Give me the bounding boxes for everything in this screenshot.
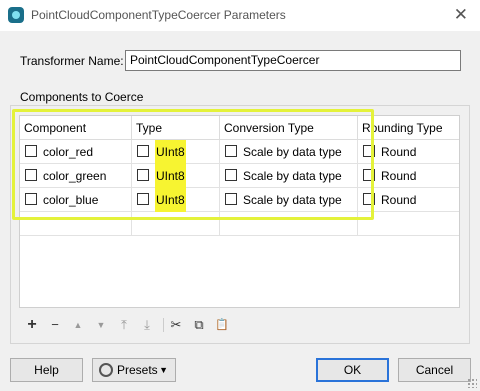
components-group-title: Components to Coerce [18,90,146,104]
move-down-icon[interactable]: ▼ [94,318,108,332]
help-button[interactable]: Help [10,358,83,382]
paste-icon[interactable]: 📋 [215,318,229,332]
rounding-value: Round [381,145,417,159]
resize-grip-icon[interactable] [467,378,477,388]
table-row-component[interactable]: color_green [20,164,132,188]
conversion-value: Scale by data type [243,193,342,207]
add-icon[interactable]: + [25,317,39,333]
conversion-value: Scale by data type [243,145,342,159]
rounding-checkbox[interactable] [363,145,375,157]
column-header-conversion-type[interactable]: Conversion Type [220,116,358,140]
empty-cell[interactable] [132,212,220,236]
type-value: UInt8 [155,188,186,212]
move-to-bottom-icon[interactable]: ⤓ [140,318,154,332]
remove-icon[interactable]: − [48,318,62,332]
column-header-rounding-type[interactable]: Rounding Type [358,116,459,140]
rounding-checkbox[interactable] [363,193,375,205]
table-row-component[interactable]: color_red [20,140,132,164]
rounding-cell[interactable]: Round [358,164,459,188]
toolbar-separator [163,318,164,332]
component-name: color_red [43,145,94,159]
column-header-type[interactable]: Type [132,116,220,140]
gear-icon [99,363,113,377]
row-checkbox[interactable] [25,145,37,157]
title-bar: PointCloudComponentTypeCoercer Parameter… [0,0,480,31]
rounding-value: Round [381,169,417,183]
app-icon [8,7,24,23]
ok-button[interactable]: OK [316,358,389,382]
type-value: UInt8 [155,140,186,164]
close-icon[interactable]: ✕ [454,5,468,25]
empty-cell[interactable] [20,212,132,236]
conversion-checkbox[interactable] [225,145,237,157]
transformer-name-label: Transformer Name: [20,54,124,68]
type-value: UInt8 [155,164,186,188]
type-cell[interactable]: UInt8 [132,188,220,212]
rounding-checkbox[interactable] [363,169,375,181]
copy-icon[interactable]: ⧉ [192,318,206,332]
rounding-value: Round [381,193,417,207]
cancel-button[interactable]: Cancel [398,358,471,382]
conversion-cell[interactable]: Scale by data type [220,164,358,188]
empty-cell[interactable] [358,212,459,236]
component-name: color_blue [43,193,99,207]
transformer-name-input[interactable]: PointCloudComponentTypeCoercer [125,50,461,71]
rounding-cell[interactable]: Round [358,140,459,164]
conversion-cell[interactable]: Scale by data type [220,188,358,212]
type-checkbox[interactable] [137,145,149,157]
move-to-top-icon[interactable]: ⤒ [117,318,131,332]
component-name: color_green [43,169,107,183]
components-table: Component Type Conversion Type Rounding … [19,115,460,308]
window-title: PointCloudComponentTypeCoercer Parameter… [31,8,286,22]
cut-icon[interactable]: ✂ [169,318,183,332]
type-checkbox[interactable] [137,193,149,205]
chevron-down-icon: ▼ [159,365,168,375]
move-up-icon[interactable]: ▲ [71,318,85,332]
row-checkbox[interactable] [25,169,37,181]
presets-button[interactable]: Presets ▼ [92,358,176,382]
conversion-checkbox[interactable] [225,193,237,205]
type-cell[interactable]: UInt8 [132,164,220,188]
presets-label: Presets [117,363,158,377]
type-checkbox[interactable] [137,169,149,181]
column-header-component[interactable]: Component [20,116,132,140]
empty-cell[interactable] [220,212,358,236]
conversion-checkbox[interactable] [225,169,237,181]
rounding-cell[interactable]: Round [358,188,459,212]
conversion-cell[interactable]: Scale by data type [220,140,358,164]
type-cell[interactable]: UInt8 [132,140,220,164]
conversion-value: Scale by data type [243,169,342,183]
table-row-component[interactable]: color_blue [20,188,132,212]
row-checkbox[interactable] [25,193,37,205]
